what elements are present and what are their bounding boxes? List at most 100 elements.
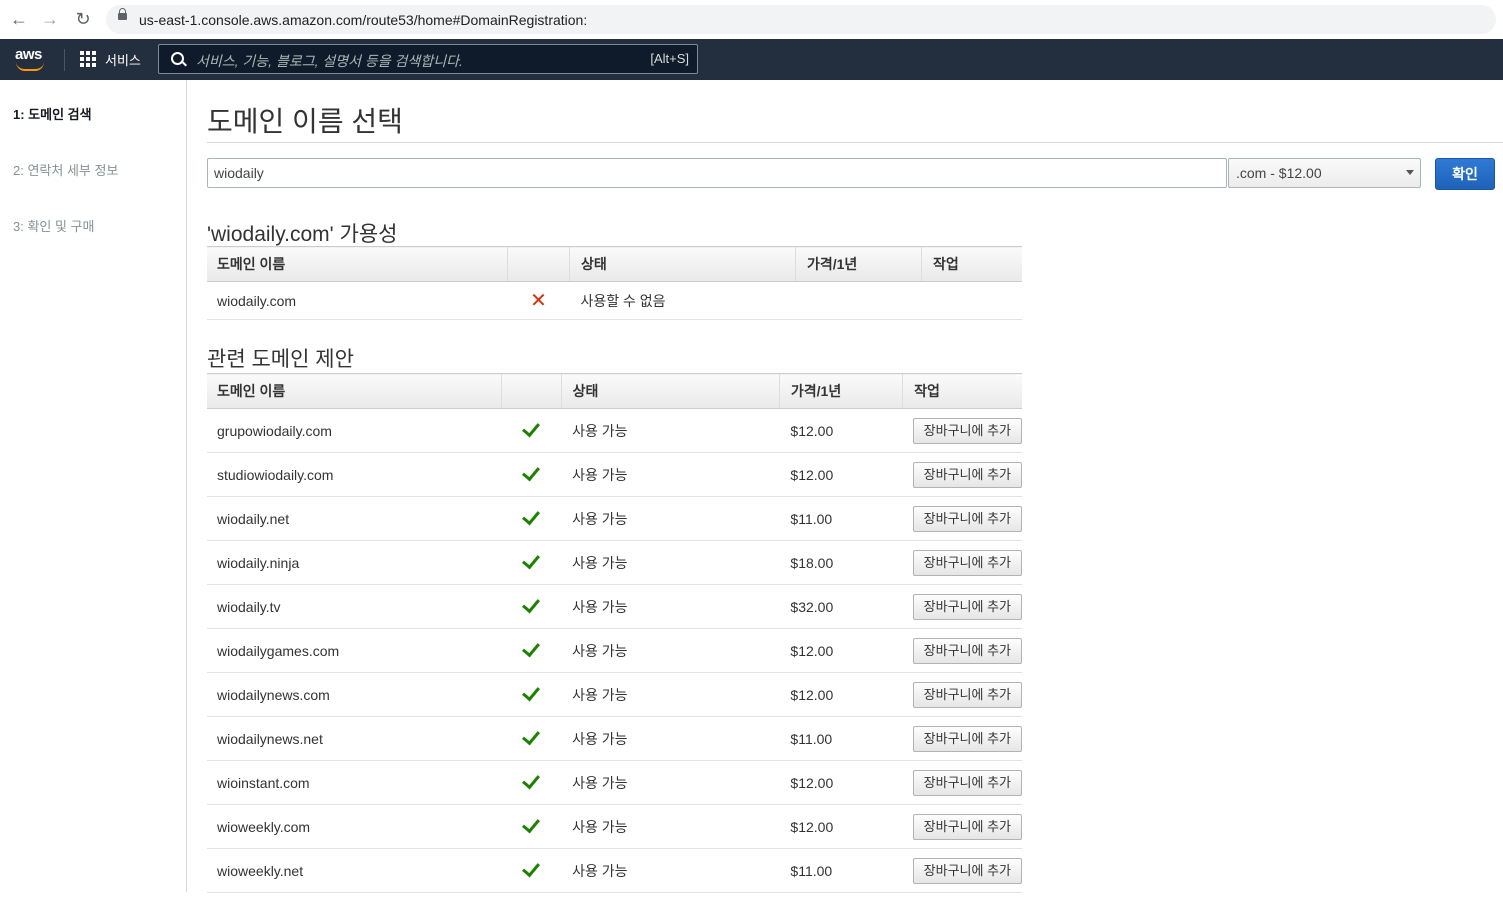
price-cell: $11.00 <box>779 716 903 761</box>
domain-name-cell: wioinstant.com <box>207 760 502 805</box>
status-cell: 사용 가능 <box>561 540 780 585</box>
action-cell: 장바구니에 추가 <box>902 496 1022 541</box>
domain-name-cell: wiodaily.tv <box>207 584 502 629</box>
search-placeholder: 서비스, 기능, 블로그, 설명서 등을 검색합니다. <box>196 53 463 69</box>
suggestions-table: 도메인 이름 상태 가격/1년 작업 grupowiodaily.com 사용 가… <box>207 373 1022 893</box>
page-title: 도메인 이름 선택 <box>207 106 403 137</box>
grid-menu-icon[interactable] <box>80 51 96 67</box>
services-menu[interactable]: 서비스 <box>105 50 141 69</box>
col-action: 작업 <box>921 246 1022 282</box>
checkmark-icon <box>501 848 562 893</box>
tld-select[interactable]: .com - $12.00 <box>1228 158 1421 188</box>
domain-search-input[interactable]: wiodaily <box>207 158 1227 188</box>
price-cell: $12.00 <box>779 804 903 849</box>
add-to-cart-button[interactable]: 장바구니에 추가 <box>912 637 1022 664</box>
status-cell: 사용 가능 <box>561 408 780 453</box>
nav-divider <box>64 49 65 71</box>
address-bar[interactable]: us-east-1.console.aws.amazon.com/route53… <box>106 5 1496 34</box>
action-cell: 장바구니에 추가 <box>902 584 1022 629</box>
col-action: 작업 <box>902 373 1022 409</box>
status-cell: 사용 가능 <box>561 848 780 893</box>
status-cell: 사용 가능 <box>561 584 780 629</box>
action-cell: 장바구니에 추가 <box>902 628 1022 673</box>
status-cell: 사용 가능 <box>561 760 780 805</box>
checkmark-icon <box>501 496 562 541</box>
status-cell: 사용 가능 <box>561 452 780 497</box>
table-row: wiodaily.net 사용 가능 $11.00 장바구니에 추가 <box>207 496 1022 541</box>
forward-arrow-icon[interactable]: → <box>38 7 62 31</box>
domain-name-cell: wiodailynews.net <box>207 716 502 761</box>
add-to-cart-button[interactable]: 장바구니에 추가 <box>912 857 1022 884</box>
status-cell: 사용 가능 <box>561 628 780 673</box>
price-cell: $18.00 <box>779 540 903 585</box>
table-row: wioweekly.net 사용 가능 $11.00 장바구니에 추가 <box>207 848 1022 893</box>
table-row: wiodailygames.com 사용 가능 $12.00 장바구니에 추가 <box>207 628 1022 673</box>
domain-name-cell: wiodaily.ninja <box>207 540 502 585</box>
suggestions-body: grupowiodaily.com 사용 가능 $12.00 장바구니에 추가 stud… <box>207 408 1022 893</box>
aws-smile-icon <box>16 62 44 71</box>
action-cell: 장바구니에 추가 <box>902 540 1022 585</box>
action-cell: 장바구니에 추가 <box>902 760 1022 805</box>
add-to-cart-button[interactable]: 장바구니에 추가 <box>912 505 1022 532</box>
tld-select-value: .com - $12.00 <box>1236 165 1322 181</box>
col-status: 상태 <box>569 246 796 282</box>
availability-title: 'wiodaily.com' 가용성 <box>207 223 398 246</box>
domain-name-cell: wiodailynews.com <box>207 672 502 717</box>
browser-toolbar: ← → ↻ us-east-1.console.aws.amazon.com/r… <box>0 0 1503 40</box>
add-to-cart-button[interactable]: 장바구니에 추가 <box>912 461 1022 488</box>
col-domain-name: 도메인 이름 <box>207 246 508 282</box>
table-row: wiodaily.tv 사용 가능 $32.00 장바구니에 추가 <box>207 584 1022 629</box>
price-cell: $11.00 <box>779 848 903 893</box>
checkmark-icon <box>501 716 562 761</box>
price-cell: $12.00 <box>779 452 903 497</box>
aws-logo-text: aws <box>15 46 42 63</box>
domain-name-cell: grupowiodaily.com <box>207 408 502 453</box>
add-to-cart-button[interactable]: 장바구니에 추가 <box>912 549 1022 576</box>
col-domain-name: 도메인 이름 <box>207 373 502 409</box>
table-row: wiodailynews.com 사용 가능 $12.00 장바구니에 추가 <box>207 672 1022 717</box>
checkmark-icon <box>501 584 562 629</box>
domain-name-cell: wioweekly.com <box>207 804 502 849</box>
check-button[interactable]: 확인 <box>1435 158 1495 190</box>
availability-table: 도메인 이름 상태 가격/1년 작업 wiodaily.com ✕ 사용할 수 … <box>207 246 1022 320</box>
add-to-cart-button[interactable]: 장바구니에 추가 <box>912 681 1022 708</box>
col-price: 가격/1년 <box>778 373 903 409</box>
action-cell: 장바구니에 추가 <box>902 804 1022 849</box>
domain-name-cell: wiodaily.net <box>207 496 502 541</box>
domain-name-cell: studiowiodaily.com <box>207 452 502 497</box>
price-cell: $11.00 <box>779 496 903 541</box>
search-shortcut: [Alt+S] <box>650 51 689 66</box>
suggestions-title: 관련 도메인 제안 <box>207 348 354 371</box>
domain-name-cell: wiodaily.com <box>207 281 508 320</box>
aws-top-nav: aws 서비스 서비스, 기능, 블로그, 설명서 등을 검색합니다. [Alt… <box>0 39 1503 80</box>
checkmark-icon <box>501 804 562 849</box>
back-arrow-icon[interactable]: ← <box>7 7 31 31</box>
add-to-cart-button[interactable]: 장바구니에 추가 <box>912 813 1022 840</box>
checkmark-icon <box>501 408 562 453</box>
action-cell <box>921 281 1022 320</box>
price-cell <box>795 281 922 320</box>
url-text: us-east-1.console.aws.amazon.com/route53… <box>139 12 588 28</box>
reload-icon[interactable]: ↻ <box>71 7 95 31</box>
aws-logo[interactable]: aws <box>14 46 50 72</box>
add-to-cart-button[interactable]: 장바구니에 추가 <box>912 417 1022 444</box>
add-to-cart-button[interactable]: 장바구니에 추가 <box>912 593 1022 620</box>
col-status: 상태 <box>560 373 780 409</box>
table-row: wioinstant.com 사용 가능 $12.00 장바구니에 추가 <box>207 760 1022 805</box>
action-cell: 장바구니에 추가 <box>902 716 1022 761</box>
console-search[interactable]: 서비스, 기능, 블로그, 설명서 등을 검색합니다. [Alt+S] <box>158 44 698 74</box>
col-icon <box>500 373 562 409</box>
price-cell: $12.00 <box>779 408 903 453</box>
checkmark-icon <box>501 760 562 805</box>
checkmark-icon <box>501 672 562 717</box>
add-to-cart-button[interactable]: 장바구니에 추가 <box>912 769 1022 796</box>
table-row: wioweekly.com 사용 가능 $12.00 장바구니에 추가 <box>207 804 1022 849</box>
price-cell: $12.00 <box>779 672 903 717</box>
checkmark-icon <box>501 628 562 673</box>
table-row: wiodaily.ninja 사용 가능 $18.00 장바구니에 추가 <box>207 540 1022 585</box>
lock-icon <box>118 8 127 20</box>
action-cell: 장바구니에 추가 <box>902 452 1022 497</box>
step-domain-search[interactable]: 1: 도메인 검색 <box>13 104 92 123</box>
add-to-cart-button[interactable]: 장바구니에 추가 <box>912 725 1022 752</box>
wizard-steps: 1: 도메인 검색 2: 연락처 세부 정보 3: 확인 및 구매 <box>0 80 187 892</box>
